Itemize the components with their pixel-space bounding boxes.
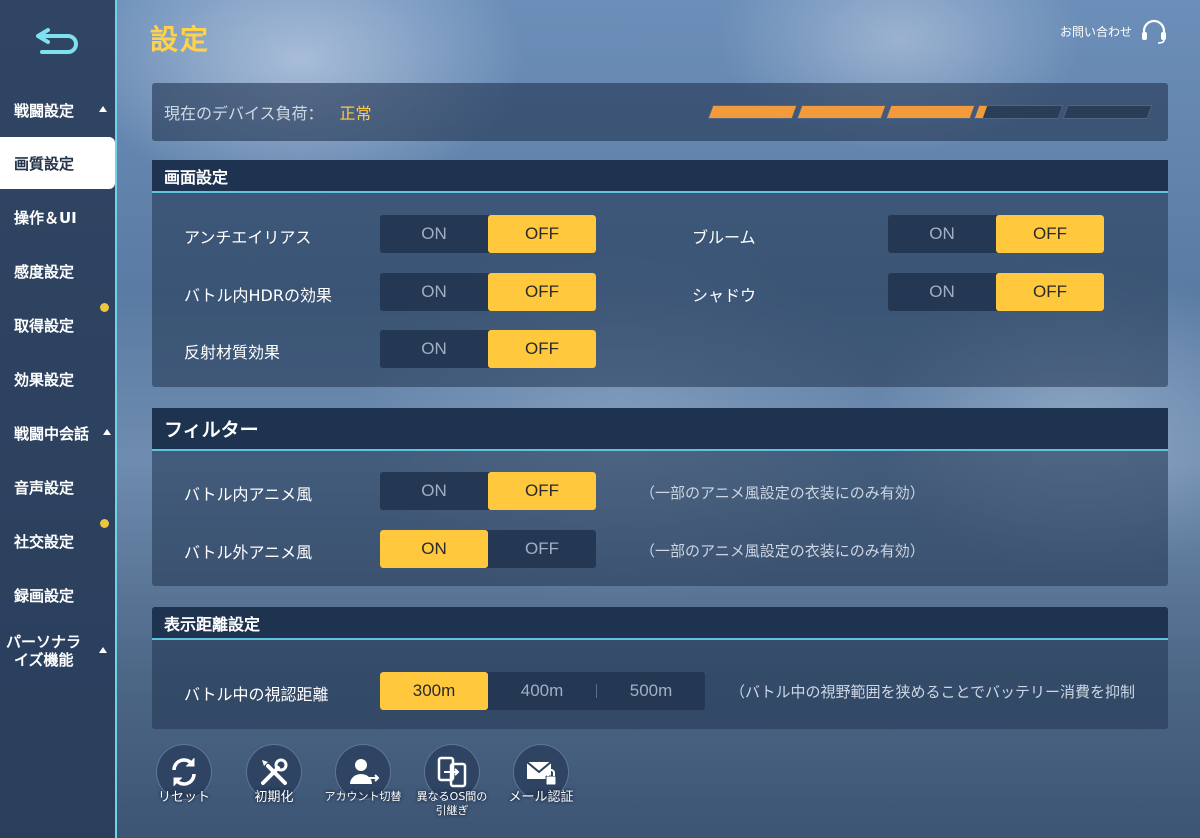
meter-segment-fill	[886, 106, 974, 118]
meter-segment-fill	[975, 106, 988, 118]
toggle-off[interactable]: OFF	[488, 530, 596, 568]
headset-icon	[1142, 19, 1166, 44]
mail-lock-icon	[526, 761, 557, 786]
sidebar-item-battle-chat[interactable]: 戦闘中会話	[0, 407, 115, 459]
back-arrow-icon	[35, 28, 78, 54]
sidebar-item-pickup[interactable]: 取得設定	[0, 299, 115, 351]
sidebar-item-sensitivity[interactable]: 感度設定	[0, 245, 115, 297]
initialize-button[interactable]: 初期化	[229, 744, 319, 806]
meter-segment	[1062, 105, 1153, 119]
device-load-label: 現在のデバイス負荷：	[164, 104, 324, 123]
setting-label-shadow: シャドウ	[692, 286, 757, 305]
device-load-meter	[707, 105, 1153, 119]
toggle-on[interactable]: ON	[380, 472, 488, 510]
distance-option-500m[interactable]: 500m	[597, 672, 705, 710]
setting-label-antialias: アンチエイリアス	[184, 228, 312, 247]
view-distance-note: （バトル中の視野範囲を狭めることでバッテリー消費を抑制	[730, 683, 1136, 701]
sidebar-item-effects[interactable]: 効果設定	[0, 353, 115, 405]
toggle-anime-out-battle[interactable]: ON OFF	[380, 530, 596, 568]
toggle-off[interactable]: OFF	[996, 273, 1104, 311]
filter-title: フィルター	[152, 408, 1168, 451]
sidebar-item-graphics[interactable]: 画質設定	[0, 137, 115, 189]
refresh-icon	[172, 758, 196, 786]
reset-button[interactable]: リセット	[139, 744, 229, 806]
meter-segment	[973, 105, 1064, 119]
toggle-off[interactable]: OFF	[488, 273, 596, 311]
toggle-antialias[interactable]: ON OFF	[380, 215, 596, 253]
toggle-hdr[interactable]: ON OFF	[380, 273, 596, 311]
toggle-on[interactable]: ON	[888, 273, 996, 311]
view-distance-title: 表示距離設定	[152, 607, 1168, 640]
tools-icon	[261, 758, 288, 785]
setting-label-hdr: バトル内HDRの効果	[184, 286, 332, 305]
distance-option-300m[interactable]: 300m	[380, 672, 488, 710]
setting-label-reflection: 反射材質効果	[184, 343, 281, 362]
toggle-shadow[interactable]: ON OFF	[888, 273, 1104, 311]
device-transfer-icon	[437, 756, 467, 788]
sidebar-item-controls-ui[interactable]: 操作＆UI	[0, 191, 115, 243]
setting-label-bloom: ブルーム	[692, 228, 756, 247]
distance-option-400m[interactable]: 400m	[488, 672, 596, 710]
setting-label-view-distance: バトル中の視認距離	[184, 685, 329, 704]
screen-settings-title: 画面設定	[152, 160, 1168, 193]
back-button[interactable]	[0, 0, 117, 80]
meter-segment	[707, 105, 798, 119]
support-label: お問い合わせ	[1059, 24, 1132, 39]
account-switch-button[interactable]: アカウント切替	[318, 744, 408, 804]
device-load-value: 正常	[339, 104, 372, 123]
sidebar-item-audio[interactable]: 音声設定	[0, 461, 115, 513]
toggle-on[interactable]: ON	[380, 530, 488, 568]
anime-in-battle-note: （一部のアニメ風設定の衣装にのみ有効）	[640, 484, 925, 502]
toggle-reflection[interactable]: ON OFF	[380, 330, 596, 368]
support-button[interactable]: お問い合わせ	[1060, 18, 1168, 44]
toggle-anime-in-battle[interactable]: ON OFF	[380, 472, 596, 510]
notification-dot	[100, 519, 109, 528]
toggle-on[interactable]: ON	[380, 215, 488, 253]
toggle-off[interactable]: OFF	[488, 330, 596, 368]
caret-up-icon	[99, 106, 107, 112]
mail-auth-button[interactable]: メール認証	[496, 744, 586, 806]
page-title: 設定	[150, 23, 211, 56]
os-transfer-button[interactable]: 異なるOS間の 引継ぎ	[407, 744, 497, 818]
toggle-on[interactable]: ON	[380, 330, 488, 368]
toggle-off[interactable]: OFF	[488, 472, 596, 510]
user-switch-icon	[350, 759, 380, 784]
meter-segment-fill	[708, 106, 796, 118]
sidebar-item-battle[interactable]: 戦闘設定	[0, 84, 115, 136]
notification-dot	[100, 303, 109, 312]
device-load-panel: 現在のデバイス負荷： 正常	[152, 83, 1168, 141]
caret-up-icon	[103, 429, 111, 435]
view-distance-selector[interactable]: 300m 400m 500m	[380, 672, 705, 710]
meter-segment	[796, 105, 887, 119]
view-distance-panel: 表示距離設定 （バトル中の視野範囲を狭めることでバッテリー消費を抑制	[152, 607, 1168, 729]
sidebar-item-personalize[interactable]: パーソナラ イズ機能	[0, 623, 115, 679]
sidebar-item-recording[interactable]: 録画設定	[0, 569, 115, 621]
anime-out-battle-note: （一部のアニメ風設定の衣装にのみ有効）	[640, 542, 925, 560]
toggle-off[interactable]: OFF	[488, 215, 596, 253]
sidebar: 戦闘設定 画質設定 操作＆UI 感度設定 取得設定 効果設定 戦闘中会話 音声設…	[0, 0, 117, 838]
toggle-on[interactable]: ON	[888, 215, 996, 253]
meter-segment-fill	[1064, 106, 1069, 118]
meter-segment	[885, 105, 975, 119]
sidebar-item-social[interactable]: 社交設定	[0, 515, 115, 567]
toggle-off[interactable]: OFF	[996, 215, 1104, 253]
toggle-on[interactable]: ON	[380, 273, 488, 311]
setting-label-anime-in-battle: バトル内アニメ風	[184, 485, 313, 504]
toggle-bloom[interactable]: ON OFF	[888, 215, 1104, 253]
caret-up-icon	[99, 647, 107, 653]
setting-label-anime-out-battle: バトル外アニメ風	[184, 543, 313, 562]
meter-segment-fill	[797, 106, 885, 118]
